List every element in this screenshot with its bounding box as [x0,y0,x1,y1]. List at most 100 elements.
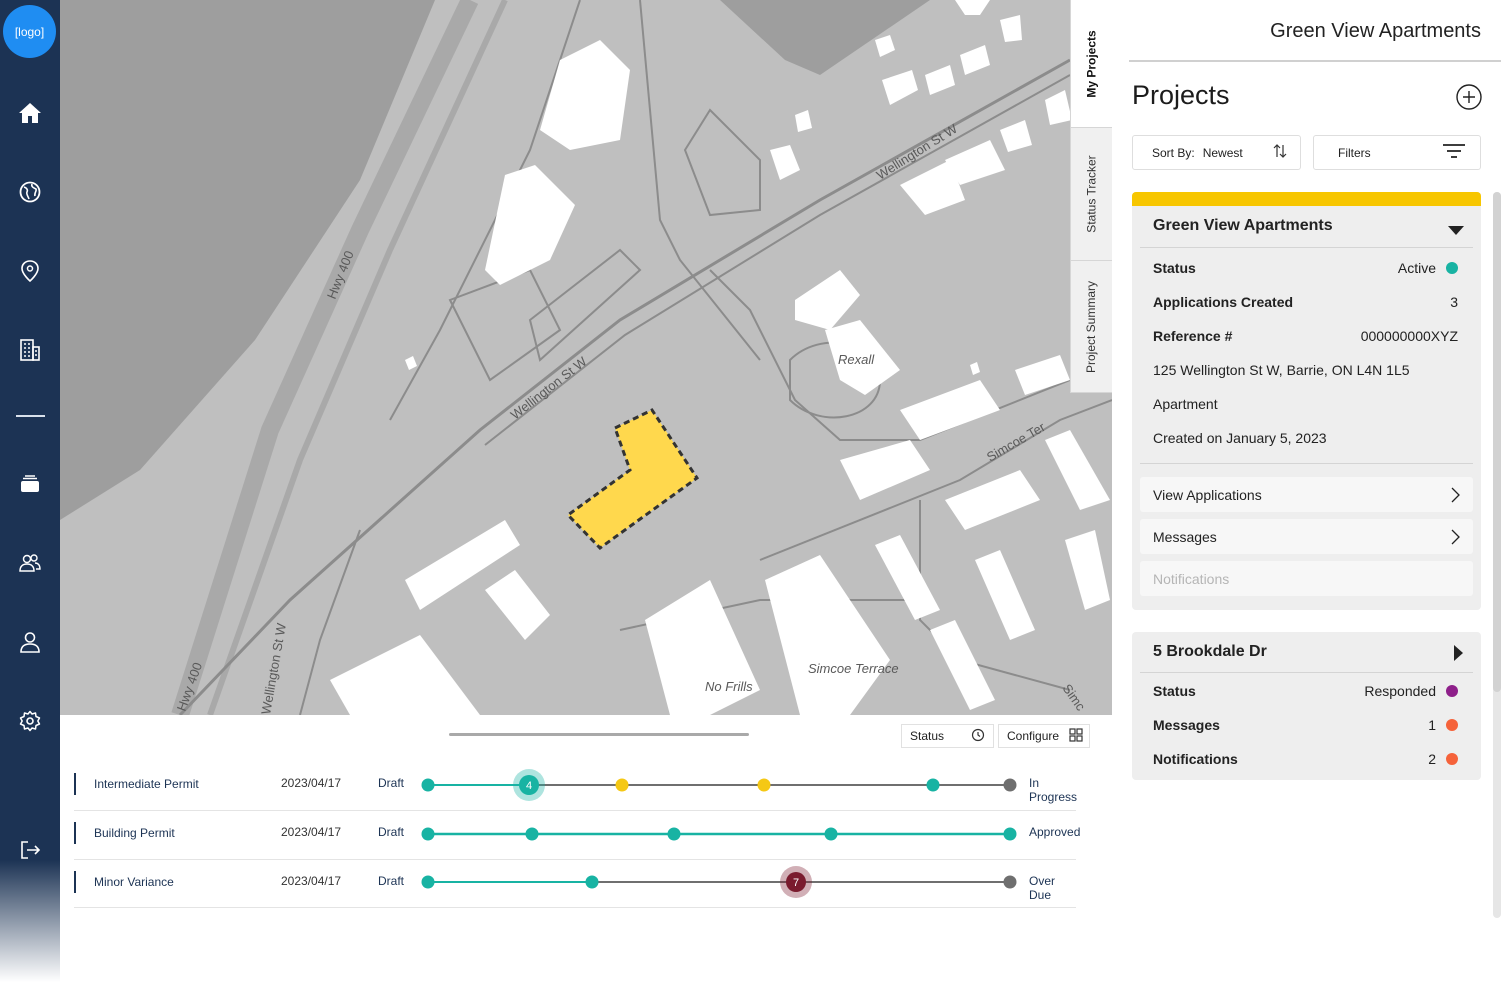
map-label-no-frills: No Frills [705,679,753,694]
sort-arrows-icon [1272,143,1288,162]
tab-status-tracker[interactable]: Status Tracker [1070,128,1112,261]
step-dot[interactable] [824,827,838,841]
card-divider [1140,247,1473,248]
map-label-wellington-sw: Wellington St W [258,621,289,715]
project-type: Apartment [1153,396,1218,412]
row-end-status: Approved [1029,825,1081,839]
progress-track: 4 [421,769,1017,801]
gear-icon[interactable] [15,706,45,736]
progress-track: 7 [421,866,1017,898]
status-value: Active [1397,260,1436,276]
step-dot[interactable] [1003,827,1017,841]
status-row: Status Responded [1153,683,1458,699]
chevron-right-icon [1451,487,1460,502]
home-icon[interactable] [15,98,45,128]
map-view[interactable]: Hwy 400 Hwy 400 Wellington St W Wellingt… [60,0,1112,715]
project-card-brookdale: 5 Brookdale Dr Status Responded Messages… [1132,632,1481,780]
step-dot[interactable] [667,827,681,841]
map-label-simcoe-ter: Simcoe Ter [984,419,1048,465]
messages-row: Messages 1 [1153,717,1458,733]
map-label-simc: Simc [1060,681,1089,714]
step-dot[interactable] [525,827,539,841]
messages-count: 1 [1428,717,1436,733]
map-label-wellington-mid: Wellington St W [508,353,590,422]
map-label-hwy-400-north: Hwy 400 [324,249,357,302]
chevron-right-icon [1451,529,1460,544]
row-name[interactable]: Minor Variance [94,875,174,889]
alert-dot [1446,753,1458,765]
notifications-link: Notifications [1140,561,1473,596]
row-end-status: Over Due [1029,874,1056,902]
status-dot [1446,262,1458,274]
step-dot[interactable] [421,827,435,841]
alert-dot [1446,719,1458,731]
card-divider [1140,463,1473,464]
globe-icon[interactable] [15,177,45,207]
logo[interactable]: [logo] [3,5,56,58]
panel-title: Green View Apartments [1270,20,1481,42]
step-dot[interactable] [585,875,599,889]
row-start-status: Draft [378,874,405,888]
map-label-simcoe-terrace: Simcoe Terrace [808,661,899,676]
step-dot[interactable] [1003,875,1017,889]
notifications-count: 2 [1428,751,1436,767]
applications-row: Applications Created 3 [1153,294,1458,310]
card-title: Green View Apartments [1153,217,1333,234]
card-title: 5 Brookdale Dr [1153,643,1267,660]
users-icon[interactable] [15,548,45,578]
filters-button[interactable]: Filters [1313,135,1481,170]
view-applications-link[interactable]: View Applications [1140,477,1473,512]
page-title: Projects [1132,80,1230,110]
timeline-row-building-permit[interactable]: Building Permit 2023/04/17 Draft Approve… [74,811,1080,860]
step-dot[interactable] [926,778,940,792]
row-date: 2023/04/17 [281,874,342,888]
status-dot [1446,685,1458,697]
messages-link[interactable]: Messages [1140,519,1473,554]
tab-my-projects[interactable]: My Projects [1070,0,1112,128]
card-accent [1132,192,1481,206]
notifications-row: Notifications 2 [1153,751,1458,767]
step-dot[interactable] [1003,778,1017,792]
tab-project-summary[interactable]: Project Summary [1070,261,1112,393]
row-marker [74,871,76,893]
row-date: 2023/04/17 [281,776,342,790]
plus-circle-icon [1456,84,1482,110]
step-dot[interactable] [757,778,771,792]
status-row: Status Active [1153,260,1458,276]
caret-right-icon[interactable] [1452,644,1464,667]
timeline-row-intermediate-permit[interactable]: Intermediate Permit 2023/04/17 Draft 4 I… [74,762,1078,811]
add-project-button[interactable] [1456,84,1482,110]
project-card-green-view: Green View Apartments Status Active Appl… [1132,192,1481,610]
row-start-status: Draft [378,825,405,839]
project-address: 125 Wellington St W, Barrie, ON L4N 1L5 [1153,362,1410,378]
logout-icon[interactable] [15,835,45,865]
progress-track [421,827,1017,841]
building-icon[interactable] [15,335,45,365]
step-dot[interactable] [421,875,435,889]
panel-resize-handle[interactable] [449,733,749,736]
filter-icon [1442,143,1466,162]
row-start-status: Draft [378,776,405,790]
row-name[interactable]: Building Permit [94,826,175,840]
row-end-status: In Progress [1029,776,1078,804]
row-marker [74,773,76,795]
caret-down-icon[interactable] [1447,223,1465,241]
panel-divider [1129,60,1501,62]
stack-icon[interactable] [15,469,45,499]
map-label-hwy-400-south: Hwy 400 [174,660,205,713]
status-button[interactable]: Status [901,724,994,748]
step-badge: 7 [793,877,799,889]
reference-row: Reference # 000000000XYZ [1153,328,1458,344]
step-dot[interactable] [421,778,435,792]
sort-dropdown[interactable]: Sort By: Newest [1132,135,1301,170]
step-badge: 4 [526,780,532,792]
timeline-row-minor-variance[interactable]: Minor Variance 2023/04/17 Draft 7 Over D… [74,860,1076,908]
configure-button[interactable]: Configure [998,724,1090,748]
map-pin-icon[interactable] [15,256,45,286]
scrollbar-thumb[interactable] [1493,192,1501,692]
row-name[interactable]: Intermediate Permit [94,777,199,791]
map-label-rexall: Rexall [838,352,875,367]
card-divider [1140,672,1473,673]
step-dot[interactable] [615,778,629,792]
user-icon[interactable] [15,627,45,657]
